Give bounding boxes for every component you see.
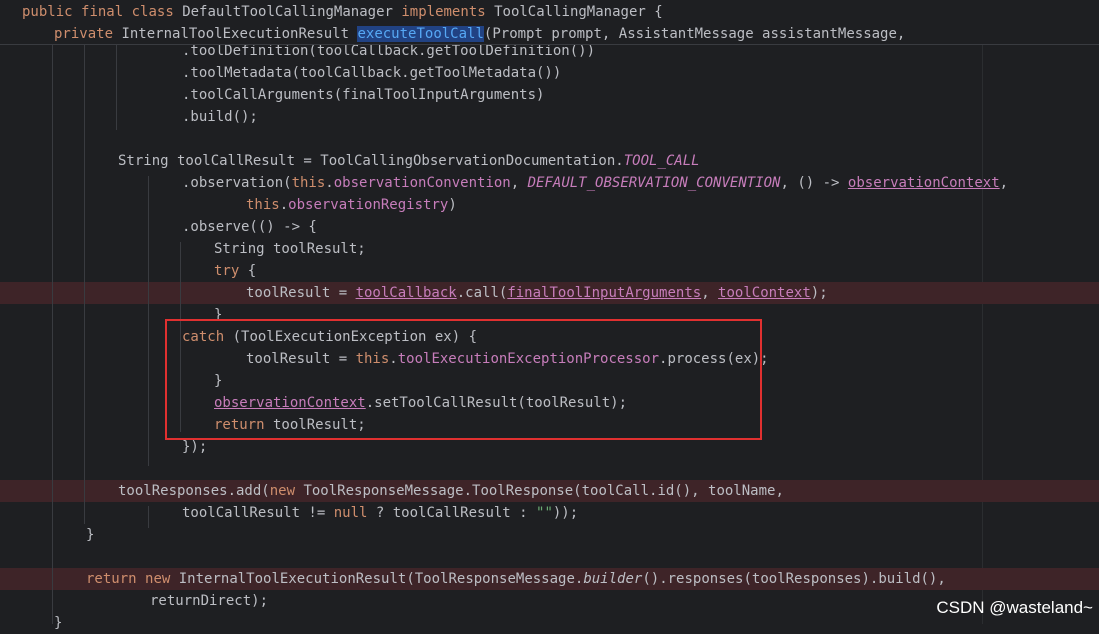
return-type: InternalToolExecutionResult <box>121 26 350 42</box>
code-text: ToolResponseMessage.ToolResponse(toolCal… <box>295 483 784 499</box>
code-line[interactable]: returnDirect); <box>0 590 1099 612</box>
keyword: this <box>246 197 280 213</box>
code-text: String toolResult; <box>214 241 366 257</box>
code-text: .observe(() -> { <box>182 219 317 235</box>
string-literal: "" <box>536 505 553 521</box>
code-text: String toolCallResult = ToolCallingObser… <box>118 153 624 169</box>
keyword: class <box>131 4 174 20</box>
code-text: . <box>325 175 334 191</box>
captured-variable: toolCallback <box>355 285 457 301</box>
sticky-line-class[interactable]: public final class DefaultToolCallingMan… <box>0 1 1099 23</box>
code-text: { <box>239 263 257 279</box>
captured-variable: observationContext <box>847 175 1000 191</box>
indent-guide <box>84 44 85 524</box>
code-text: InternalToolExecutionResult(ToolResponse… <box>170 571 584 587</box>
code-line[interactable]: .observe(() -> { <box>0 216 1099 238</box>
code-text: , () -> <box>780 175 848 191</box>
watermark: CSDN @wasteland~ <box>936 598 1093 617</box>
keyword: public <box>22 4 73 20</box>
code-line[interactable]: try { <box>0 260 1099 282</box>
sticky-line-method[interactable]: private InternalToolExecutionResult exec… <box>0 23 1099 45</box>
constant: TOOL_CALL <box>623 153 700 169</box>
code-text: .toolCallArguments(finalToolInputArgumen… <box>182 87 545 103</box>
code-text: . <box>279 197 289 213</box>
interface-name: ToolCallingManager { <box>494 4 663 20</box>
keyword: new <box>145 571 171 587</box>
sticky-scroll-header[interactable]: public final class DefaultToolCallingMan… <box>0 0 1099 45</box>
code-text: ) <box>448 197 457 213</box>
captured-variable: finalToolInputArguments <box>507 285 702 301</box>
code-editor[interactable]: public final class DefaultToolCallingMan… <box>0 0 1099 631</box>
code-line-highlighted[interactable]: toolResponses.add(new ToolResponseMessag… <box>0 480 1099 502</box>
code-line[interactable]: toolCallResult != null ? toolCallResult … <box>0 502 1099 524</box>
indent-guide <box>116 44 117 130</box>
code-text: , <box>999 175 1009 191</box>
code-text: toolCallResult != <box>182 505 334 521</box>
code-line[interactable]: } <box>0 524 1099 546</box>
code-line[interactable]: String toolResult; <box>0 238 1099 260</box>
code-text: .build(); <box>182 109 258 125</box>
indent-guide <box>148 506 149 528</box>
keyword: final <box>81 4 124 20</box>
keyword: implements <box>401 4 486 20</box>
field: observationConvention <box>333 175 511 191</box>
annotation-highlight-box <box>165 319 762 440</box>
code-text: ().responses(toolResponses).build(), <box>642 571 946 587</box>
keyword: this <box>291 175 326 191</box>
method-name-highlighted[interactable]: executeToolCall <box>357 26 484 42</box>
keyword: private <box>54 26 114 42</box>
code-line[interactable]: .build(); <box>0 106 1099 128</box>
code-text: } <box>86 527 95 543</box>
code-text: returnDirect); <box>150 593 269 609</box>
keyword: return <box>86 571 137 587</box>
keyword: try <box>214 263 240 279</box>
code-text: )); <box>552 505 579 521</box>
code-text: , <box>701 285 719 301</box>
code-line-highlighted[interactable]: toolResult = toolCallback.call(finalTool… <box>0 282 1099 304</box>
code-text: .toolMetadata(toolCallback.getToolMetada… <box>182 65 562 81</box>
method-params: (Prompt prompt, AssistantMessage assista… <box>483 26 906 42</box>
field: observationRegistry <box>288 197 449 213</box>
indent-guide <box>148 176 149 466</box>
code-line[interactable]: String toolCallResult = ToolCallingObser… <box>0 150 1099 172</box>
code-text: .observation( <box>182 175 292 191</box>
code-line[interactable]: .toolCallArguments(finalToolInputArgumen… <box>0 84 1099 106</box>
constant: DEFAULT_OBSERVATION_CONVENTION <box>527 175 781 191</box>
code-text: } <box>54 615 63 631</box>
code-text: toolResult = <box>246 285 356 301</box>
class-name: DefaultToolCallingManager <box>182 4 393 20</box>
code-text: ? toolCallResult : <box>367 505 537 521</box>
code-line[interactable]: this.observationRegistry) <box>0 194 1099 216</box>
keyword: null <box>333 505 368 521</box>
code-line[interactable]: .observation(this.observationConvention,… <box>0 172 1099 194</box>
captured-variable: toolContext <box>718 285 811 301</box>
code-line[interactable]: .toolMetadata(toolCallback.getToolMetada… <box>0 62 1099 84</box>
indent-guide <box>52 44 53 624</box>
code-text: ); <box>810 285 828 301</box>
static-method: builder <box>583 571 643 587</box>
keyword: new <box>269 483 296 499</box>
code-line[interactable]: } <box>0 612 1099 634</box>
code-text: toolResponses.add( <box>118 483 270 499</box>
code-text: , <box>510 175 528 191</box>
code-text: .call( <box>456 285 508 301</box>
code-line-highlighted[interactable]: return new InternalToolExecutionResult(T… <box>0 568 1099 590</box>
